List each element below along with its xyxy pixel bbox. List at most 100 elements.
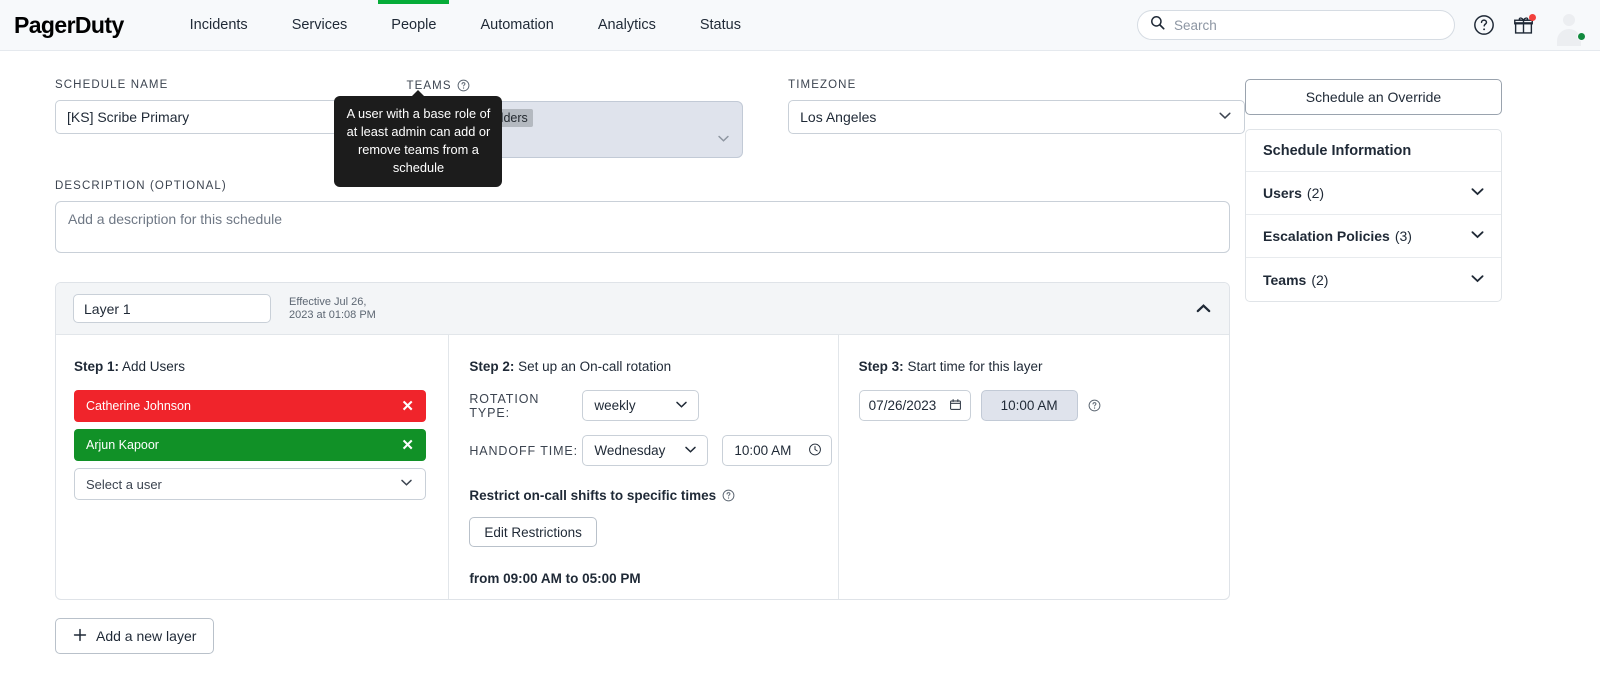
step-3-title-rest: Start time for this layer xyxy=(903,359,1043,374)
user-chip-name: Catherine Johnson xyxy=(86,399,191,413)
avatar[interactable] xyxy=(1552,8,1586,46)
handoff-time-input[interactable]: 10:00 AM xyxy=(722,435,833,466)
page-container: SCHEDULE NAME TEAMS ...tive Stakeholders… xyxy=(0,51,1600,654)
description-textarea[interactable] xyxy=(55,201,1230,253)
clock-icon xyxy=(808,442,822,459)
nav-item-analytics[interactable]: Analytics xyxy=(576,0,678,51)
remove-user-icon[interactable]: ✕ xyxy=(401,399,414,414)
chevron-down-icon xyxy=(1469,270,1486,290)
step-2-title-bold: Step 2: xyxy=(469,359,515,374)
sidebar-row-label: Users xyxy=(1263,185,1302,201)
notification-dot xyxy=(1529,13,1536,21)
effective-line-1: Effective Jul 26, xyxy=(289,295,367,308)
start-date-input[interactable]: 07/26/2023 xyxy=(858,390,971,421)
restrict-help-icon[interactable] xyxy=(722,489,735,502)
nav-item-status[interactable]: Status xyxy=(678,0,763,51)
chevron-down-icon xyxy=(399,475,414,493)
rotation-type-value: weekly xyxy=(594,398,636,413)
remove-user-icon[interactable]: ✕ xyxy=(401,438,414,453)
step-1-column: Step 1: Add Users Catherine Johnson ✕ Ar… xyxy=(56,335,448,599)
sidebar-row-escalation-policies[interactable]: Escalation Policies (3) xyxy=(1246,215,1501,258)
teams-help-icon[interactable] xyxy=(457,79,470,92)
chevron-down-icon xyxy=(1469,183,1486,203)
nav-item-people[interactable]: People xyxy=(369,0,458,51)
timezone-value: Los Angeles xyxy=(800,109,877,125)
nav-item-automation[interactable]: Automation xyxy=(458,0,575,51)
rotation-type-select[interactable]: weekly xyxy=(582,390,700,421)
sidebar-row-count: (2) xyxy=(1306,185,1325,201)
step-2-column: Step 2: Set up an On-call rotation ROTAT… xyxy=(448,335,837,599)
start-time-help-icon[interactable] xyxy=(1088,399,1101,412)
handoff-day-value: Wednesday xyxy=(594,443,666,458)
avatar-status-dot xyxy=(1577,32,1586,41)
chevron-up-icon[interactable] xyxy=(1194,299,1213,318)
timezone-label: TIMEZONE xyxy=(788,79,857,91)
step-1-title-rest: Add Users xyxy=(119,359,186,374)
sidebar-row-count: (2) xyxy=(1311,271,1329,288)
add-new-layer-label: Add a new layer xyxy=(96,628,197,644)
schedule-information-panel: Schedule Information Users (2) Escalatio… xyxy=(1245,129,1502,302)
chevron-down-icon xyxy=(1217,108,1233,127)
plus-icon xyxy=(73,628,87,645)
step-3-column: Step 3: Start time for this layer 07/26/… xyxy=(837,335,1229,599)
search-input[interactable]: Search xyxy=(1137,10,1455,40)
start-date-value: 07/26/2023 xyxy=(868,398,937,413)
right-sidebar: Schedule an Override Schedule Informatio… xyxy=(1245,79,1600,654)
search-placeholder: Search xyxy=(1174,17,1217,33)
pagerduty-logo[interactable]: PagerDuty xyxy=(12,12,124,39)
layer-card: Effective Jul 26, 2023 at 01:08 PM Step … xyxy=(55,282,1230,600)
layer-header: Effective Jul 26, 2023 at 01:08 PM xyxy=(56,283,1229,335)
timezone-select[interactable]: Los Angeles xyxy=(788,100,1246,134)
layer-name-input[interactable] xyxy=(73,294,271,323)
step-2-title-rest: Set up an On-call rotation xyxy=(514,359,672,374)
edit-restrictions-button[interactable]: Edit Restrictions xyxy=(469,517,597,547)
nav-item-services[interactable]: Services xyxy=(270,0,370,51)
step-1-title: Step 1: Add Users xyxy=(74,359,448,374)
help-icon[interactable] xyxy=(1473,14,1495,36)
chevron-down-icon xyxy=(716,131,731,151)
user-chip-catherine-johnson[interactable]: Catherine Johnson ✕ xyxy=(74,390,426,422)
user-chip-arjun-kapoor[interactable]: Arjun Kapoor ✕ xyxy=(74,429,426,461)
step-3-title-bold: Step 3: xyxy=(858,359,904,374)
restriction-range-text: from 09:00 AM to 05:00 PM xyxy=(469,571,641,586)
add-new-layer-button[interactable]: Add a new layer xyxy=(55,618,215,654)
schedule-information-title: Schedule Information xyxy=(1246,130,1501,172)
sidebar-row-users[interactable]: Users (2) xyxy=(1246,172,1501,215)
gift-icon[interactable] xyxy=(1513,13,1536,36)
schedule-override-button[interactable]: Schedule an Override xyxy=(1245,79,1502,115)
restrict-shifts-label-wrap: Restrict on-call shifts to specific time… xyxy=(469,488,837,503)
select-user-dropdown[interactable]: Select a user xyxy=(74,468,426,500)
effective-line-2: 2023 at 01:08 PM xyxy=(289,308,376,321)
user-chip-name: Arjun Kapoor xyxy=(86,438,159,452)
nav-right-cluster: Search xyxy=(1137,8,1586,46)
timezone-field: TIMEZONE Los Angeles xyxy=(788,79,1246,158)
step-3-title: Step 3: Start time for this layer xyxy=(859,359,1229,374)
sidebar-row-teams[interactable]: Teams (2) xyxy=(1246,258,1501,301)
restrict-shifts-label: Restrict on-call shifts to specific time… xyxy=(469,488,717,503)
chevron-down-icon xyxy=(1469,226,1486,246)
chevron-down-icon xyxy=(674,397,689,415)
nav-item-incidents[interactable]: Incidents xyxy=(168,0,270,51)
sidebar-row-label: Teams xyxy=(1263,271,1307,288)
description-field: DESCRIPTION (OPTIONAL) xyxy=(55,180,1230,258)
handoff-day-select[interactable]: Wednesday xyxy=(582,435,709,466)
teams-field: TEAMS ...tive Stakeholders A user with a… xyxy=(334,79,744,187)
step-1-title-bold: Step 1: xyxy=(74,359,120,374)
search-icon xyxy=(1150,15,1165,35)
calendar-icon[interactable] xyxy=(949,398,962,414)
handoff-time-row: HANDOFF TIME: Wednesday 10:00 AM xyxy=(469,435,837,466)
description-label: DESCRIPTION (OPTIONAL) xyxy=(55,180,227,192)
top-navigation-bar: PagerDuty Incidents Services People Auto… xyxy=(0,0,1600,51)
teams-tooltip: A user with a base role of at least admi… xyxy=(334,90,503,187)
select-user-placeholder: Select a user xyxy=(86,476,162,492)
schedule-fields-row: SCHEDULE NAME TEAMS ...tive Stakeholders… xyxy=(55,79,1246,187)
start-time-row: 07/26/2023 10:00 AM xyxy=(858,390,1229,421)
teams-label-wrap: TEAMS xyxy=(406,79,743,92)
step-2-title: Step 2: Set up an On-call rotation xyxy=(469,359,837,374)
layer-body: Step 1: Add Users Catherine Johnson ✕ Ar… xyxy=(56,335,1229,599)
chevron-down-icon xyxy=(683,442,698,460)
sidebar-row-count: (3) xyxy=(1394,228,1412,244)
main-column: SCHEDULE NAME TEAMS ...tive Stakeholders… xyxy=(0,79,1246,654)
rotation-type-label: ROTATION TYPE: xyxy=(469,391,540,420)
start-time-field: 10:00 AM xyxy=(980,390,1078,421)
